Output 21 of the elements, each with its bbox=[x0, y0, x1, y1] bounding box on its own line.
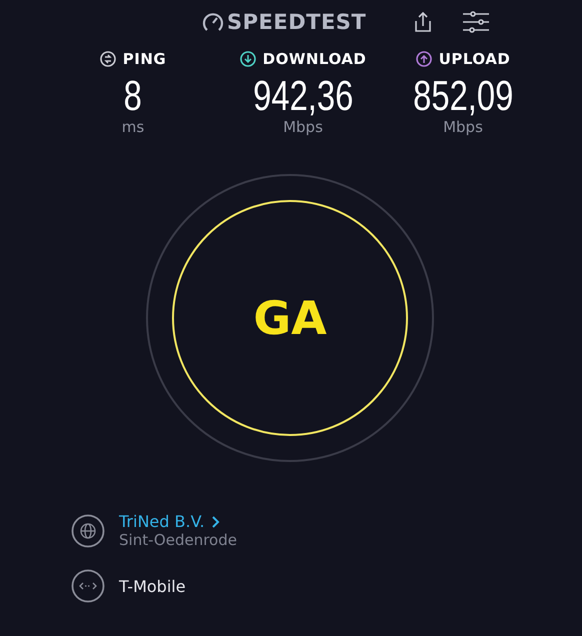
logo-text: SPEEDTEST bbox=[227, 10, 366, 34]
go-button[interactable]: GA bbox=[172, 200, 408, 436]
metric-label: PING bbox=[122, 50, 166, 68]
share-icon[interactable] bbox=[413, 11, 433, 33]
metric-value: 852,09 bbox=[412, 74, 514, 118]
gauge-icon bbox=[202, 12, 224, 32]
server-location: Sint-Oedenrode bbox=[119, 531, 237, 549]
metric-unit: Mbps bbox=[443, 118, 483, 136]
globe-icon bbox=[71, 514, 105, 548]
metric-unit: Mbps bbox=[283, 118, 323, 136]
metric-label: DOWNLOAD bbox=[262, 50, 366, 68]
ping-icon bbox=[100, 51, 116, 67]
metric-label: UPLOAD bbox=[438, 50, 510, 68]
settings-sliders-icon[interactable] bbox=[462, 11, 490, 33]
metric-value: 8 bbox=[124, 74, 142, 118]
signal-icon bbox=[71, 569, 105, 603]
metric-unit: ms bbox=[122, 118, 144, 136]
chevron-right-icon bbox=[210, 516, 220, 528]
provider-link[interactable]: TriNed B.V. bbox=[119, 512, 237, 531]
metric-value: 942,36 bbox=[252, 74, 354, 118]
carrier-name: T-Mobile bbox=[119, 576, 186, 596]
